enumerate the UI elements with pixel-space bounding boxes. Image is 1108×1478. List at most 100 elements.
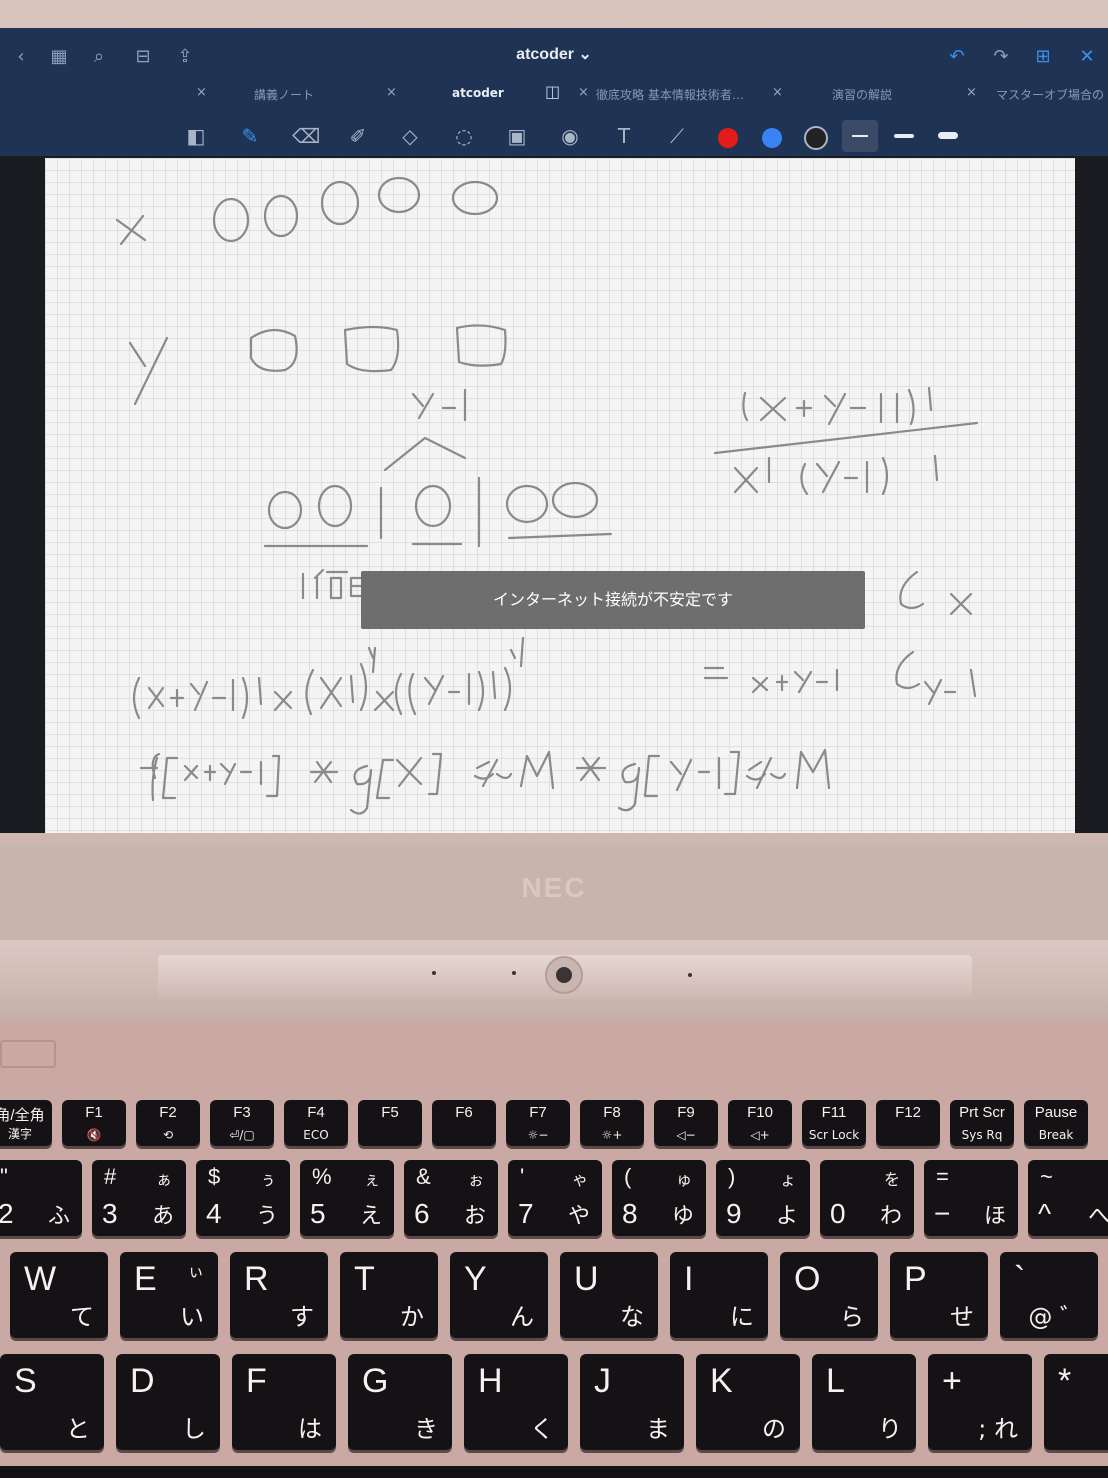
function-key[interactable]: F2 ⟲ bbox=[136, 1100, 200, 1146]
tab-lecture-notes[interactable]: 講義ノート bbox=[254, 86, 314, 103]
highlighter-icon[interactable]: ✐ bbox=[344, 122, 372, 150]
number-key[interactable]: % ぇ 5 え bbox=[300, 1160, 394, 1236]
letter-key[interactable]: Tか bbox=[340, 1252, 438, 1338]
key-label: F9 bbox=[677, 1104, 695, 1121]
tab-close-icon[interactable]: × bbox=[772, 85, 783, 100]
thin-stroke-button[interactable] bbox=[842, 120, 878, 152]
key-symbol: $ bbox=[208, 1164, 221, 1189]
number-key[interactable]: & ぉ 6 お bbox=[404, 1160, 498, 1236]
medium-stroke-button[interactable] bbox=[894, 134, 914, 138]
number-key[interactable]: (ゅ 8 ゆ bbox=[612, 1160, 706, 1236]
key-kana: あ bbox=[151, 1204, 174, 1229]
number-key[interactable]: を 0 わ bbox=[820, 1160, 914, 1236]
key-letter: K bbox=[710, 1362, 733, 1400]
letter-key[interactable]: Rす bbox=[230, 1252, 328, 1338]
note-canvas[interactable]: インターネット接続が不安定です bbox=[45, 158, 1075, 833]
tab-textbook[interactable]: 徹底攻略 基本情報技術者… bbox=[596, 86, 744, 103]
function-key[interactable]: F6 bbox=[432, 1100, 496, 1146]
key-letter: F bbox=[246, 1362, 267, 1400]
close-icon[interactable]: ✕ bbox=[1076, 46, 1098, 68]
letter-key[interactable]: Sと bbox=[0, 1354, 104, 1450]
split-view-icon[interactable]: ◫ bbox=[545, 82, 560, 101]
red-color-swatch[interactable] bbox=[718, 128, 738, 148]
key-kana: か bbox=[400, 1303, 424, 1331]
number-key[interactable]: = − ほ bbox=[924, 1160, 1018, 1236]
function-key[interactable]: Prt Scr Sys Rq bbox=[950, 1100, 1014, 1146]
letter-key[interactable]: Oら bbox=[780, 1252, 878, 1338]
letter-key[interactable]: Dし bbox=[116, 1354, 220, 1450]
lasso-icon[interactable]: ◌ bbox=[450, 122, 478, 150]
letter-key[interactable]: E ぃい bbox=[120, 1252, 218, 1338]
key-kana-small: ゅ bbox=[675, 1170, 692, 1189]
function-key[interactable]: F5 bbox=[358, 1100, 422, 1146]
letter-key[interactable]: Jま bbox=[580, 1354, 684, 1450]
key-symbol: ) bbox=[728, 1164, 736, 1189]
function-key[interactable]: Pause Break bbox=[1024, 1100, 1088, 1146]
function-key[interactable]: F10 ◁+ bbox=[728, 1100, 792, 1146]
text-icon[interactable]: T bbox=[610, 122, 638, 150]
shapes-icon[interactable]: ◇ bbox=[396, 122, 424, 150]
function-key[interactable]: F4 ECO bbox=[284, 1100, 348, 1146]
letter-key[interactable]: Hく bbox=[464, 1354, 568, 1450]
letter-key[interactable]: Yん bbox=[450, 1252, 548, 1338]
handwriting-circle bbox=[317, 484, 353, 528]
function-key[interactable]: F8 ☼+ bbox=[580, 1100, 644, 1146]
key-letter: Y bbox=[464, 1260, 487, 1298]
tab-close-icon[interactable]: × bbox=[578, 85, 589, 100]
function-key[interactable]: 角/全角 漢字 bbox=[0, 1100, 52, 1146]
add-page-icon[interactable]: ⊞ bbox=[1032, 46, 1054, 68]
handwriting-asterisk bbox=[309, 760, 339, 784]
letter-key[interactable]: Fは bbox=[232, 1354, 336, 1450]
redo-icon[interactable]: ↷ bbox=[990, 46, 1012, 68]
letter-key[interactable]: Gき bbox=[348, 1354, 452, 1450]
key-label: F3 bbox=[233, 1104, 251, 1121]
number-key[interactable]: $ ぅ 4 う bbox=[196, 1160, 290, 1236]
letter-key[interactable]: Lり bbox=[812, 1354, 916, 1450]
function-key[interactable]: F11 Scr Lock bbox=[802, 1100, 866, 1146]
tab-close-icon[interactable]: × bbox=[196, 85, 207, 100]
letter-key[interactable]: Wて bbox=[10, 1252, 108, 1338]
letter-key[interactable]: ` @ ゛ bbox=[1000, 1252, 1098, 1338]
key-kana: す bbox=[290, 1303, 314, 1331]
letter-key[interactable]: Kの bbox=[696, 1354, 800, 1450]
thick-stroke-button[interactable] bbox=[938, 132, 958, 139]
number-key[interactable]: ' ゃ 7 や bbox=[508, 1160, 602, 1236]
black-color-swatch[interactable] bbox=[804, 126, 828, 150]
letter-key[interactable]: + ; れ bbox=[928, 1354, 1032, 1450]
image-icon[interactable]: ▣ bbox=[503, 122, 531, 150]
tab-exercise-solutions[interactable]: 演習の解説 bbox=[832, 86, 892, 103]
tab-atcoder[interactable]: atcoder bbox=[452, 86, 504, 100]
number-key[interactable]: ) ょ 9 よ bbox=[716, 1160, 810, 1236]
sidebar-icon[interactable]: ◧ bbox=[182, 122, 210, 150]
letter-key[interactable]: Pせ bbox=[890, 1252, 988, 1338]
laser-icon[interactable]: ⟋ bbox=[663, 122, 691, 150]
number-key[interactable]: # ぁ 3 あ bbox=[92, 1160, 186, 1236]
number-key[interactable]: " 2 ふ bbox=[0, 1160, 82, 1236]
key-symbol: = bbox=[936, 1164, 949, 1189]
key-number: 2 bbox=[0, 1198, 14, 1229]
letter-key[interactable]: *: bbox=[1044, 1354, 1108, 1450]
blue-color-swatch[interactable] bbox=[762, 128, 782, 148]
key-sublabel: ◁− bbox=[676, 1128, 696, 1142]
tab-master-of-combinatorics[interactable]: マスターオブ場合の bbox=[996, 86, 1104, 103]
camera-icon[interactable]: ◉ bbox=[556, 122, 584, 150]
pen-icon[interactable]: ✎ bbox=[236, 122, 264, 150]
key-number: 6 bbox=[414, 1198, 430, 1229]
function-key[interactable]: F3 ⏎/▢ bbox=[210, 1100, 274, 1146]
function-key[interactable]: F1 🔇 bbox=[62, 1100, 126, 1146]
key-kana: い bbox=[180, 1303, 204, 1331]
function-key[interactable]: F12 bbox=[876, 1100, 940, 1146]
undo-icon[interactable]: ↶ bbox=[946, 46, 968, 68]
letter-key[interactable]: Iに bbox=[670, 1252, 768, 1338]
tab-close-icon[interactable]: × bbox=[966, 85, 977, 100]
letter-key[interactable]: Uな bbox=[560, 1252, 658, 1338]
document-title[interactable]: atcoder ⌄ bbox=[0, 44, 1108, 64]
function-key[interactable]: F7 ☼− bbox=[506, 1100, 570, 1146]
key-kana: ゆ bbox=[671, 1204, 694, 1229]
function-key[interactable]: F9 ◁− bbox=[654, 1100, 718, 1146]
number-key[interactable]: ~ ^ へ bbox=[1028, 1160, 1108, 1236]
eraser-icon[interactable]: ⌫ bbox=[292, 122, 320, 150]
key-label: F2 bbox=[159, 1104, 177, 1121]
key-letter: G bbox=[362, 1362, 389, 1400]
tab-close-icon[interactable]: × bbox=[386, 85, 397, 100]
